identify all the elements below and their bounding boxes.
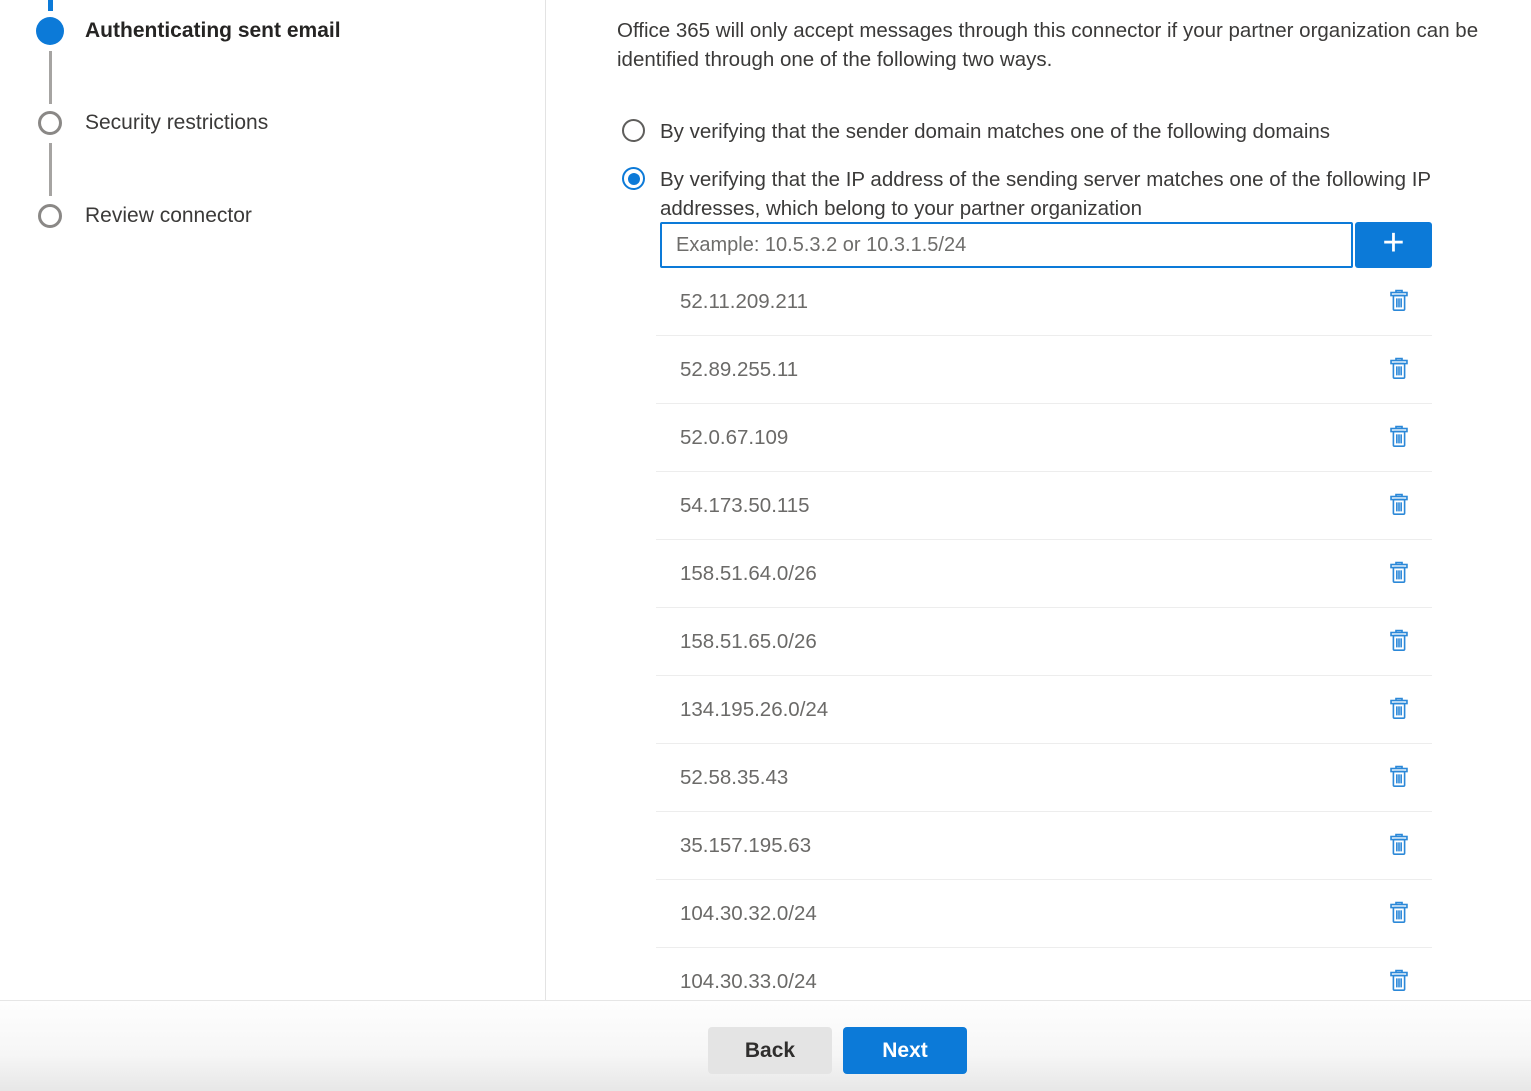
delete-ip-button[interactable] bbox=[1384, 762, 1414, 794]
ip-address-list: 52.11.209.211 52.89.255.11 52.0.67.109 5… bbox=[656, 268, 1432, 1016]
ip-address-input[interactable] bbox=[660, 222, 1353, 268]
delete-ip-button[interactable] bbox=[1384, 966, 1414, 998]
wizard-stepper-panel: Authenticating sent email Security restr… bbox=[0, 0, 546, 1000]
ip-row: 52.0.67.109 bbox=[656, 404, 1432, 472]
radio-option-sender-domain-label: By verifying that the sender domain matc… bbox=[660, 117, 1330, 146]
radio-selected-icon[interactable] bbox=[622, 167, 645, 190]
step-authenticating-sent-email: Authenticating sent email bbox=[85, 17, 341, 45]
ip-row: 52.89.255.11 bbox=[656, 336, 1432, 404]
step-indicator-active-icon bbox=[36, 17, 64, 45]
trash-icon bbox=[1386, 628, 1412, 656]
ip-row: 54.173.50.115 bbox=[656, 472, 1432, 540]
radio-option-ip-address[interactable]: By verifying that the IP address of the … bbox=[622, 165, 1431, 223]
ip-address-value: 54.173.50.115 bbox=[680, 494, 810, 518]
delete-ip-button[interactable] bbox=[1384, 626, 1414, 658]
stepper-connector-top bbox=[48, 0, 53, 11]
step-description: Office 365 will only accept messages thr… bbox=[617, 16, 1478, 74]
ip-row: 104.30.32.0/24 bbox=[656, 880, 1432, 948]
wizard-footer: Back Next bbox=[0, 1000, 1531, 1091]
ip-address-input-row: + bbox=[660, 222, 1432, 268]
radio-option-ip-address-label-line2: addresses, which belong to your partner … bbox=[660, 197, 1142, 220]
ip-row: 35.157.195.63 bbox=[656, 812, 1432, 880]
trash-icon bbox=[1386, 968, 1412, 996]
trash-icon bbox=[1386, 696, 1412, 724]
radio-option-ip-address-label-line1: By verifying that the IP address of the … bbox=[660, 168, 1431, 191]
delete-ip-button[interactable] bbox=[1384, 558, 1414, 590]
delete-ip-button[interactable] bbox=[1384, 830, 1414, 862]
ip-row: 158.51.65.0/26 bbox=[656, 608, 1432, 676]
trash-icon bbox=[1386, 560, 1412, 588]
step-description-line1: Office 365 will only accept messages thr… bbox=[617, 16, 1478, 45]
trash-icon bbox=[1386, 492, 1412, 520]
step-indicator-icon bbox=[38, 204, 62, 228]
delete-ip-button[interactable] bbox=[1384, 898, 1414, 930]
ip-address-value: 52.0.67.109 bbox=[680, 426, 788, 450]
delete-ip-button[interactable] bbox=[1384, 422, 1414, 454]
radio-option-sender-domain[interactable]: By verifying that the sender domain matc… bbox=[622, 117, 1330, 146]
ip-row: 158.51.64.0/26 bbox=[656, 540, 1432, 608]
ip-row: 134.195.26.0/24 bbox=[656, 676, 1432, 744]
back-button[interactable]: Back bbox=[708, 1027, 832, 1074]
delete-ip-button[interactable] bbox=[1384, 286, 1414, 318]
plus-icon: + bbox=[1382, 224, 1404, 262]
trash-icon bbox=[1386, 900, 1412, 928]
ip-address-value: 158.51.64.0/26 bbox=[680, 562, 817, 586]
ip-address-value: 158.51.65.0/26 bbox=[680, 630, 817, 654]
ip-address-value: 134.195.26.0/24 bbox=[680, 698, 828, 722]
ip-address-value: 104.30.33.0/24 bbox=[680, 970, 817, 994]
next-button[interactable]: Next bbox=[843, 1027, 967, 1074]
ip-address-value: 52.11.209.211 bbox=[680, 290, 808, 314]
radio-unselected-icon[interactable] bbox=[622, 119, 645, 142]
add-ip-button[interactable]: + bbox=[1355, 222, 1432, 268]
ip-address-value: 52.58.35.43 bbox=[680, 766, 788, 790]
radio-option-ip-address-label: By verifying that the IP address of the … bbox=[660, 165, 1431, 223]
trash-icon bbox=[1386, 832, 1412, 860]
ip-row: 52.58.35.43 bbox=[656, 744, 1432, 812]
ip-row: 52.11.209.211 bbox=[656, 268, 1432, 336]
ip-address-value: 52.89.255.11 bbox=[680, 358, 798, 382]
ip-address-value: 35.157.195.63 bbox=[680, 834, 811, 858]
ip-address-value: 104.30.32.0/24 bbox=[680, 902, 817, 926]
connector-wizard-screen: Authenticating sent email Security restr… bbox=[0, 0, 1531, 1091]
delete-ip-button[interactable] bbox=[1384, 354, 1414, 386]
delete-ip-button[interactable] bbox=[1384, 694, 1414, 726]
step-description-line2: identified through one of the following … bbox=[617, 45, 1478, 74]
trash-icon bbox=[1386, 288, 1412, 316]
stepper-connector-line bbox=[49, 51, 52, 104]
stepper-connector-line bbox=[49, 143, 52, 196]
delete-ip-button[interactable] bbox=[1384, 490, 1414, 522]
step-review-connector: Review connector bbox=[85, 202, 252, 230]
trash-icon bbox=[1386, 424, 1412, 452]
trash-icon bbox=[1386, 356, 1412, 384]
step-security-restrictions: Security restrictions bbox=[85, 109, 268, 137]
footer-buttons: Back Next bbox=[708, 1027, 967, 1074]
trash-icon bbox=[1386, 764, 1412, 792]
step-indicator-icon bbox=[38, 111, 62, 135]
